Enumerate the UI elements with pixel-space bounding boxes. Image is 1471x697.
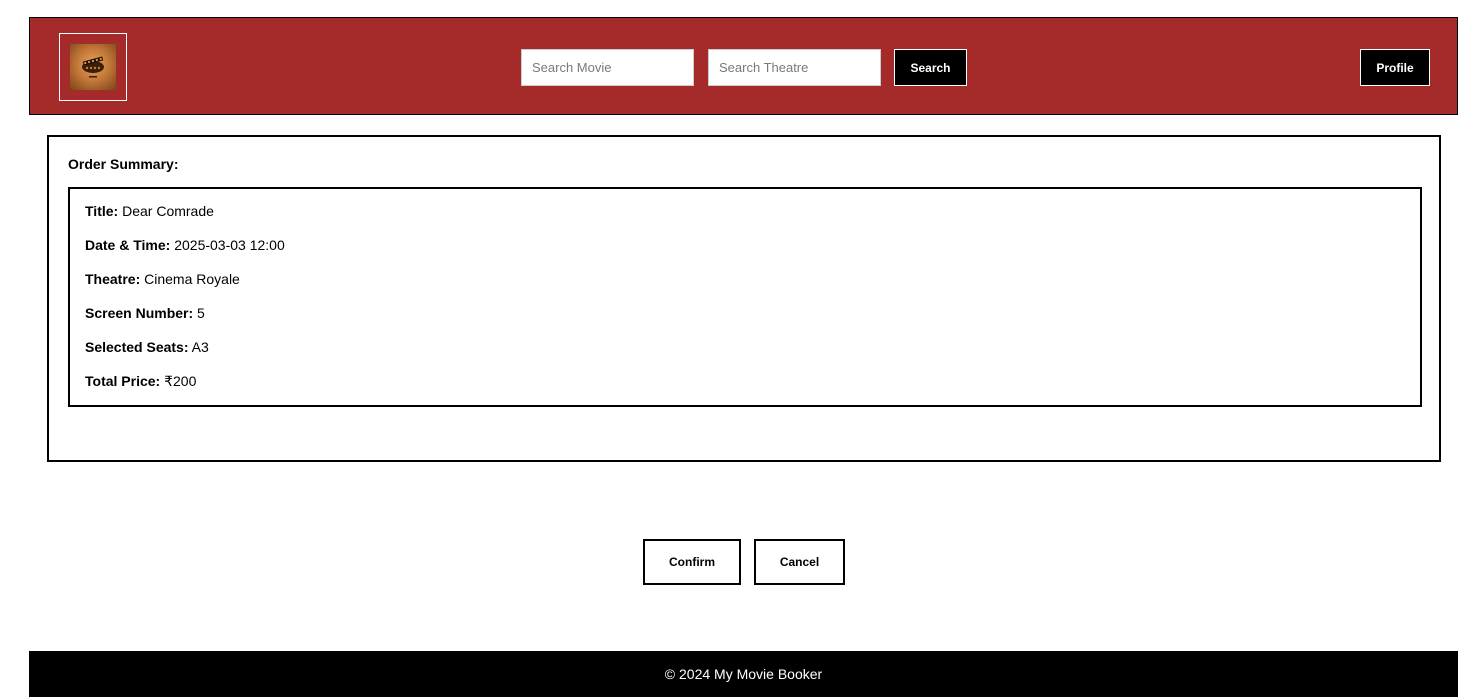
detail-value: Dear Comrade: [122, 203, 214, 219]
confirm-button[interactable]: Confirm: [643, 539, 741, 585]
detail-row-title: Title: Dear Comrade: [85, 203, 214, 219]
detail-label: Total Price:: [85, 373, 161, 389]
detail-label: Theatre:: [85, 271, 141, 287]
search-theatre-input[interactable]: [708, 49, 881, 86]
detail-label: Selected Seats:: [85, 339, 189, 355]
detail-row-total-price: Total Price: ₹200: [85, 373, 196, 390]
movie-logo-icon: [70, 44, 116, 90]
search-button[interactable]: Search: [894, 49, 967, 86]
search-movie-input[interactable]: [521, 49, 694, 86]
profile-button[interactable]: Profile: [1360, 49, 1430, 86]
page: Search Profile Order Summary: Title: Dea…: [0, 0, 1471, 697]
cancel-button[interactable]: Cancel: [754, 539, 845, 585]
detail-row-date-time: Date & Time: 2025-03-03 12:00: [85, 237, 285, 253]
detail-row-screen-number: Screen Number: 5: [85, 305, 205, 321]
footer: © 2024 My Movie Booker: [29, 651, 1458, 697]
detail-value: 5: [197, 305, 205, 321]
detail-label: Title:: [85, 203, 119, 219]
detail-value: 2025-03-03 12:00: [174, 237, 285, 253]
order-details-box: Title: Dear Comrade Date & Time: 2025-03…: [68, 187, 1422, 407]
detail-label: Screen Number:: [85, 305, 194, 321]
footer-copyright: © 2024 My Movie Booker: [664, 666, 823, 682]
top-nav-bar: Search Profile: [29, 17, 1458, 115]
logo-link[interactable]: [59, 33, 127, 101]
detail-label: Date & Time:: [85, 237, 171, 253]
detail-row-selected-seats: Selected Seats: A3: [85, 339, 209, 355]
detail-value: ₹200: [164, 373, 197, 389]
order-summary-card: Order Summary: Title: Dear Comrade Date …: [47, 135, 1441, 462]
detail-row-theatre: Theatre: Cinema Royale: [85, 271, 240, 287]
detail-value: Cinema Royale: [144, 271, 240, 287]
order-summary-heading: Order Summary:: [68, 156, 179, 172]
detail-value: A3: [191, 339, 209, 355]
